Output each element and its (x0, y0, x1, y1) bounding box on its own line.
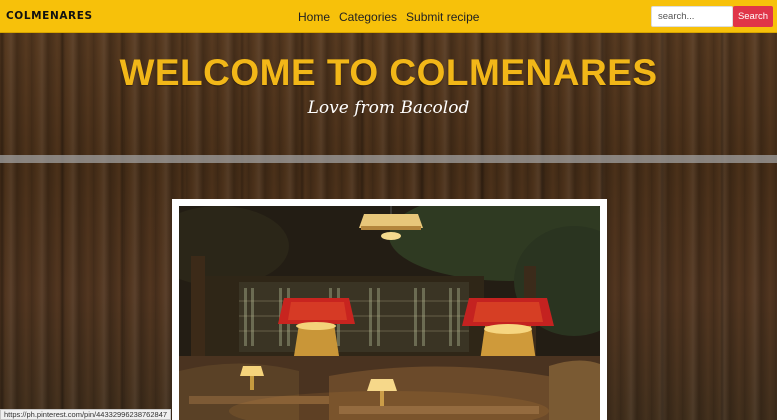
featured-photo-frame (172, 199, 607, 420)
nav-link-home[interactable]: Home (298, 10, 330, 24)
hero-title: WELCOME TO COLMENARES (119, 52, 658, 93)
navbar: COLMENARES Home Categories Submit recipe… (0, 0, 777, 33)
section-divider (0, 155, 777, 163)
search-input[interactable] (651, 6, 733, 27)
hero-subtitle: Love from Bacolod (307, 98, 470, 118)
nav-link-submit-recipe[interactable]: Submit recipe (406, 10, 479, 24)
restaurant-photo[interactable] (179, 206, 600, 420)
brand-logo[interactable]: COLMENARES (6, 10, 93, 22)
nav-link-categories[interactable]: Categories (339, 10, 397, 24)
search-button[interactable]: Search (733, 6, 773, 27)
status-bar-url: https://ph.pinterest.com/pin/44332996238… (0, 409, 172, 420)
nav-links: Home Categories Submit recipe (298, 10, 479, 24)
